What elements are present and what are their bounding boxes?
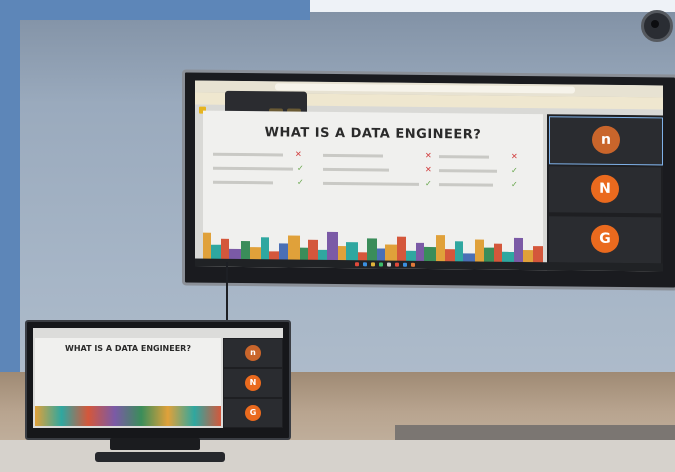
skyline-bar (261, 237, 269, 262)
slide-title: WHAT IS A DATA ENGINEER? (264, 125, 482, 143)
monitor-participant-panel: n N G (223, 338, 283, 428)
slide-text-line (323, 167, 389, 172)
skyline-bar (308, 239, 318, 262)
taskbar-app-icon[interactable] (395, 262, 399, 267)
slide-text-line (439, 155, 489, 159)
blue-photo-border-top (0, 0, 310, 20)
cross-icon: ✕ (511, 151, 518, 161)
taskbar-app-icon[interactable] (363, 262, 367, 267)
slide-text-line (213, 166, 293, 171)
skyline-bar (455, 241, 463, 264)
wall-tv: WHAT IS A DATA ENGINEER? ✕ ✕ ✕ ✓ ✕ ✓ ✓ ✓… (182, 69, 675, 291)
presentation-slide: WHAT IS A DATA ENGINEER? ✕ ✕ ✕ ✓ ✕ ✓ ✓ ✓… (203, 110, 543, 265)
desk-monitor: WHAT IS A DATA ENGINEER? n N G (25, 320, 291, 440)
address-bar (275, 83, 575, 94)
check-icon: ✓ (511, 179, 518, 189)
slide-text-line (213, 180, 273, 185)
participant-tile[interactable]: G (549, 216, 661, 264)
cross-icon: ✕ (425, 164, 432, 175)
skyline-bar (367, 238, 377, 263)
taskbar-app-icon[interactable] (387, 262, 391, 267)
participant-tile[interactable]: N (224, 369, 282, 397)
slide-text-line (323, 181, 419, 186)
participant-avatar: N (591, 174, 619, 203)
slide-text-line (439, 183, 493, 187)
participant-avatar: G (245, 405, 261, 421)
skyline-bar (475, 239, 484, 264)
monitor-base (95, 452, 225, 462)
skyline-bar (203, 232, 211, 261)
check-icon: ✓ (425, 178, 432, 189)
check-icon: ✓ (297, 177, 304, 187)
taskbar-app-icon[interactable] (379, 262, 383, 267)
check-icon: ✓ (297, 163, 304, 173)
participant-tile[interactable]: n (224, 339, 282, 367)
taskbar-app-icon[interactable] (355, 262, 359, 267)
participant-avatar: G (591, 224, 619, 253)
monitor-stand (110, 438, 200, 450)
participant-tile[interactable]: G (224, 399, 282, 427)
taskbar-app-icon[interactable] (403, 262, 407, 267)
monitor-slide-title: WHAT IS A DATA ENGINEER? (65, 344, 191, 353)
tv-screen: WHAT IS A DATA ENGINEER? ✕ ✕ ✕ ✓ ✕ ✓ ✓ ✓… (195, 80, 663, 272)
participant-avatar: n (592, 125, 620, 154)
cross-icon: ✕ (295, 149, 302, 159)
skyline-bar (514, 237, 523, 264)
taskbar-app-icon[interactable] (371, 262, 375, 267)
skyline-bar (436, 235, 445, 264)
participant-tile[interactable]: n (549, 116, 663, 166)
skyline-bar (327, 231, 338, 263)
participant-panel: n N G (547, 114, 663, 272)
monitor-skyline (35, 406, 221, 426)
slide-text-line (439, 169, 497, 173)
participant-avatar: N (245, 375, 261, 391)
check-icon: ✓ (511, 165, 518, 175)
slide-text-line (213, 152, 283, 157)
monitor-slide: WHAT IS A DATA ENGINEER? (35, 338, 221, 426)
white-ceiling-strip (310, 0, 675, 12)
skyline-bar (288, 235, 300, 262)
skyline-bar (221, 238, 229, 261)
slide-text-line (323, 153, 383, 158)
skyline-decoration (203, 221, 543, 265)
monitor-screen: WHAT IS A DATA ENGINEER? n N G (33, 328, 283, 428)
participant-tile[interactable]: N (549, 166, 661, 214)
cross-icon: ✕ (425, 150, 432, 161)
ceiling-camera-icon (641, 10, 673, 42)
participant-avatar: n (245, 345, 261, 361)
skyline-bar (397, 236, 406, 263)
taskbar-app-icon[interactable] (411, 262, 415, 267)
